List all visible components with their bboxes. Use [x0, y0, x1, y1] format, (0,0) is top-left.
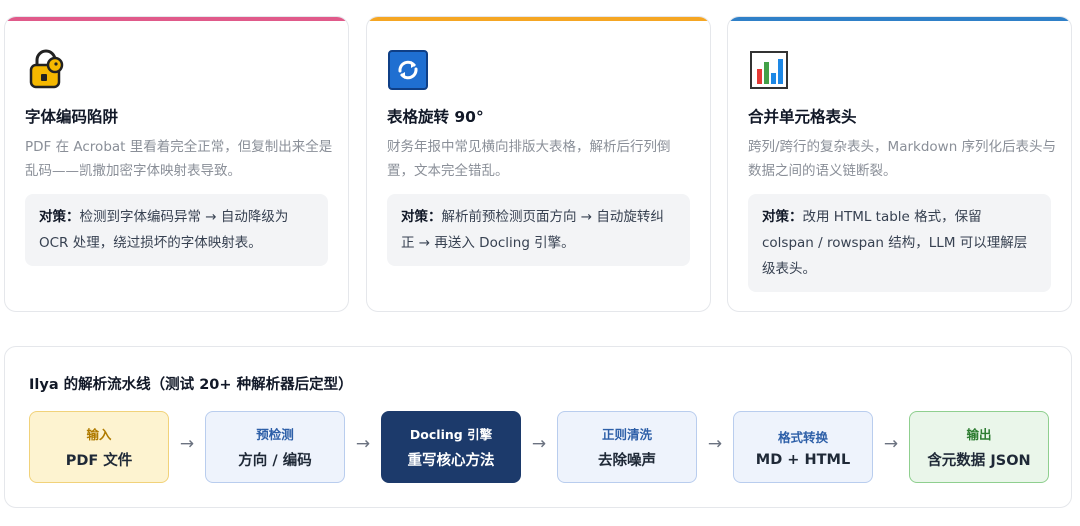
step-label: 预检测: [256, 427, 294, 442]
pipeline-step-docling: Docling 引擎 重写核心方法: [381, 411, 521, 483]
step-label: 格式转换: [777, 429, 828, 445]
card-table-rotation: 表格旋转 90° 财务年报中常见横向排版大表格，解析后行列倒置，文本完全错乱。 …: [366, 16, 711, 312]
pipeline-step-precheck: 预检测 方向 / 编码: [205, 411, 345, 483]
step-value: MD + HTML: [755, 451, 851, 468]
step-label: 输出: [966, 427, 992, 442]
pipeline-step-output: 输出 含元数据 JSON: [909, 411, 1049, 483]
step-label: Docling 引擎: [409, 427, 493, 442]
pipeline-step-input: 输入 PDF 文件: [29, 411, 169, 483]
parsing-pipeline: Ilya 的解析流水线（测试 20+ 种解析器后定型） 输入 PDF 文件 → …: [4, 346, 1072, 508]
card-title: 合并单元格表头: [748, 108, 857, 126]
card-description: PDF 在 Acrobat 里看着完全正常，但复制出来全是乱码——凯撒加密字体映…: [25, 139, 333, 179]
arrow-right-icon: →: [179, 434, 195, 454]
step-label: 输入: [86, 427, 112, 442]
card-description: 财务年报中常见横向排版大表格，解析后行列倒置，文本完全错乱。: [387, 139, 671, 179]
arrow-right-icon: →: [531, 434, 547, 454]
step-value: PDF 文件: [65, 453, 133, 469]
countermeasure-label: 对策：: [401, 209, 442, 225]
card-description: 跨列/跨行的复杂表头，Markdown 序列化后表头与数据之间的语义链断裂。: [748, 139, 1057, 179]
countermeasure-box: 对策：改用 HTML table 格式，保留 colspan / rowspan…: [748, 194, 1051, 292]
countermeasure-box: 对策：检测到字体编码异常 → 自动降级为 OCR 处理，绕过损坏的字体映射表。: [25, 194, 328, 266]
step-value: 重写核心方法: [407, 453, 495, 469]
card-merged-header: 合并单元格表头 跨列/跨行的复杂表头，Markdown 序列化后表头与数据之间的…: [727, 16, 1072, 312]
card-accent-bar: [367, 17, 710, 21]
rotate-icon: [387, 49, 429, 91]
pipeline-title: Ilya 的解析流水线（测试 20+ 种解析器后定型）: [29, 377, 353, 393]
pipeline-step-regex: 正则清洗 去除噪声: [557, 411, 697, 483]
countermeasure-box: 对策：解析前预检测页面方向 → 自动旋转纠正 → 再送入 Docling 引擎。: [387, 194, 690, 266]
card-font-encoding: 字体编码陷阱 PDF 在 Acrobat 里看着完全正常，但复制出来全是乱码——…: [4, 16, 349, 312]
card-title: 表格旋转 90°: [387, 108, 484, 126]
countermeasure-label: 对策：: [39, 209, 80, 225]
arrow-right-icon: →: [355, 434, 371, 454]
card-accent-bar: [5, 17, 348, 21]
arrow-right-icon: →: [707, 434, 723, 454]
arrow-right-icon: →: [883, 434, 899, 454]
step-label: 正则清洗: [601, 427, 652, 442]
lock-icon: [25, 49, 67, 91]
step-value: 含元数据 JSON: [927, 453, 1031, 469]
step-value: 方向 / 编码: [238, 453, 312, 469]
card-accent-bar: [728, 17, 1071, 21]
pipeline-step-convert: 格式转换 MD + HTML: [733, 411, 873, 483]
card-title: 字体编码陷阱: [25, 108, 119, 126]
countermeasure-text: 改用 HTML table 格式，保留 colspan / rowspan 结构…: [762, 209, 1028, 277]
countermeasure-label: 对策：: [762, 209, 803, 225]
step-value: 去除噪声: [598, 453, 656, 469]
bar-chart-icon: [748, 49, 790, 91]
